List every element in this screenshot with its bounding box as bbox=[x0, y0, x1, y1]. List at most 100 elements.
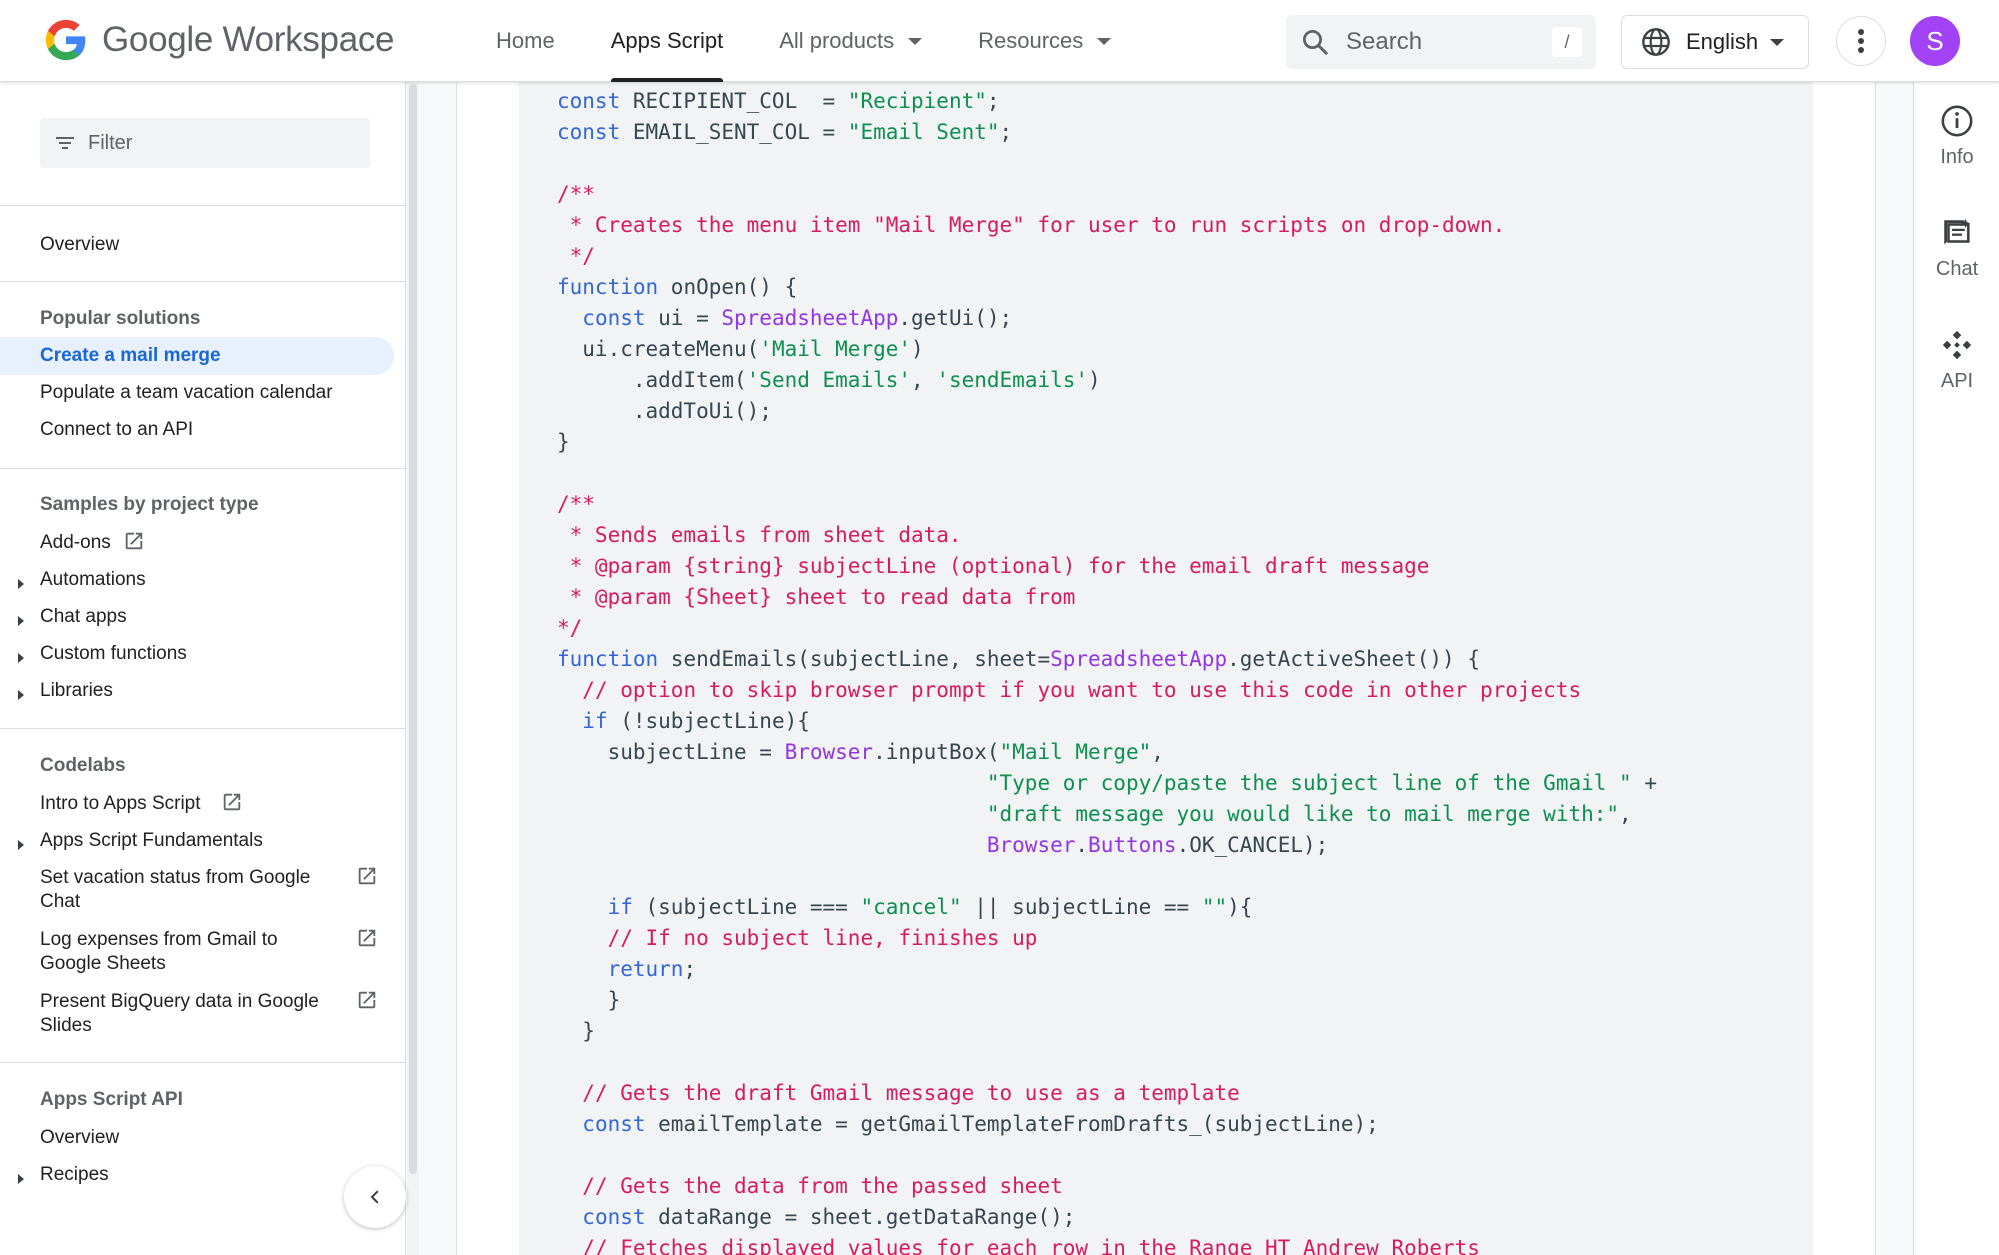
section-heading-codelabs: Codelabs bbox=[40, 755, 126, 776]
code-token: "Type or copy/paste the subject line of … bbox=[986, 771, 1632, 795]
code-token: ui = bbox=[645, 306, 722, 330]
sidebar-item-recipes[interactable]: Recipes bbox=[40, 1163, 109, 1187]
more-vert-icon bbox=[1858, 29, 1864, 53]
open-in-new-icon bbox=[358, 867, 376, 885]
expand-arrow-icon[interactable] bbox=[18, 690, 24, 700]
filter-input[interactable]: Filter bbox=[40, 118, 370, 168]
sidebar-scrollbar-thumb[interactable] bbox=[409, 84, 417, 1174]
account-avatar[interactable]: S bbox=[1910, 16, 1960, 66]
sidebar-item-chat-apps[interactable]: Chat apps bbox=[40, 605, 127, 629]
top-app-bar: Google Workspace Home Apps Script All pr… bbox=[0, 0, 1999, 82]
caret-down-icon bbox=[1097, 37, 1112, 45]
code-token: .addItem( bbox=[557, 368, 747, 392]
sidebar-item-add-ons[interactable]: Add-ons bbox=[40, 531, 111, 555]
expand-arrow-icon[interactable] bbox=[18, 579, 24, 589]
chat-label: Chat bbox=[1935, 258, 1979, 280]
nav-home[interactable]: Home bbox=[496, 0, 555, 82]
sidebar-item-intro-apps-script[interactable]: Intro to Apps Script bbox=[40, 792, 201, 816]
code-line: * Creates the menu item "Mail Merge" for… bbox=[557, 210, 1657, 241]
info-button[interactable]: Info bbox=[1914, 104, 1999, 169]
divider bbox=[0, 728, 405, 729]
code-line: } bbox=[557, 1016, 1657, 1047]
search-shortcut-key: / bbox=[1552, 27, 1582, 57]
sidebar-item-vacation-status[interactable]: Set vacation status from Google Chat bbox=[40, 866, 330, 914]
google-g-icon bbox=[45, 19, 86, 61]
code-line: * @param {string} subjectLine (optional)… bbox=[557, 551, 1657, 582]
code-token: // Gets the draft Gmail message to use a… bbox=[582, 1081, 1240, 1105]
language-label: English bbox=[1686, 29, 1759, 54]
nav-apps-script[interactable]: Apps Script bbox=[610, 0, 724, 82]
sidebar-item-api-overview[interactable]: Overview bbox=[40, 1126, 119, 1150]
code-token: const bbox=[582, 306, 646, 330]
sidebar-item-bigquery-slides[interactable]: Present BigQuery data in Google Slides bbox=[40, 990, 330, 1038]
sidebar-item-custom-functions[interactable]: Custom functions bbox=[40, 642, 187, 666]
code-token: /** bbox=[557, 492, 595, 516]
code-token: /** bbox=[557, 182, 595, 206]
expand-arrow-icon[interactable] bbox=[18, 653, 24, 663]
nav-all-products[interactable]: All products bbox=[779, 0, 923, 82]
code-line: * @param {Sheet} sheet to read data from bbox=[557, 582, 1657, 613]
chat-button[interactable]: Chat bbox=[1914, 216, 1999, 281]
expand-arrow-icon[interactable] bbox=[18, 616, 24, 626]
filter-icon bbox=[56, 137, 74, 149]
code-text: const RECIPIENT_COL = "Recipient"; const … bbox=[557, 86, 1657, 1255]
sidebar-item-connect-api[interactable]: Connect to an API bbox=[40, 418, 193, 442]
code-line: } bbox=[557, 985, 1657, 1016]
code-token: function bbox=[557, 275, 659, 299]
code-token: RECIPIENT_COL = bbox=[620, 89, 848, 113]
sidebar-item-log-expenses[interactable]: Log expenses from Gmail to Google Sheets bbox=[40, 928, 330, 976]
expand-arrow-icon[interactable] bbox=[18, 1174, 24, 1184]
info-icon bbox=[1941, 105, 1973, 137]
code-token: sendEmails(subjectLine, sheet= bbox=[658, 647, 1051, 671]
brand-product: Workspace bbox=[222, 20, 395, 59]
code-token: const bbox=[582, 1112, 646, 1136]
code-token: "Email Sent" bbox=[847, 120, 1000, 144]
nav-apps-script-label: Apps Script bbox=[610, 28, 724, 53]
sidebar-item-vacation-calendar[interactable]: Populate a team vacation calendar bbox=[40, 381, 333, 405]
code-token: Browser bbox=[784, 740, 874, 764]
caret-down-icon bbox=[908, 37, 923, 45]
nav-resources[interactable]: Resources bbox=[978, 0, 1112, 82]
sidebar-item-automations[interactable]: Automations bbox=[40, 568, 146, 592]
code-line: */ bbox=[557, 613, 1657, 644]
search-box[interactable]: Search / bbox=[1286, 15, 1596, 69]
code-token: // option to skip browser prompt if you … bbox=[582, 678, 1582, 702]
filter-placeholder: Filter bbox=[88, 131, 133, 154]
sidebar-item-label: Intro to Apps Script bbox=[40, 793, 201, 814]
code-token: EMAIL_SENT_COL = bbox=[620, 120, 848, 144]
code-line: const EMAIL_SENT_COL = "Email Sent"; bbox=[557, 117, 1657, 148]
more-options-button[interactable] bbox=[1836, 16, 1886, 66]
code-token: emailTemplate = getGmailTemplateFromDraf… bbox=[645, 1112, 1379, 1136]
code-token: Buttons bbox=[1088, 833, 1177, 857]
code-token: "Mail Merge" bbox=[999, 740, 1152, 764]
code-token: */ bbox=[557, 616, 583, 640]
google-workspace-logo[interactable]: Google Workspace bbox=[44, 14, 395, 66]
code-line: // Gets the draft Gmail message to use a… bbox=[557, 1078, 1657, 1109]
code-token: , bbox=[1619, 802, 1632, 826]
sidebar-item-overview[interactable]: Overview bbox=[40, 233, 119, 257]
sidebar-item-libraries[interactable]: Libraries bbox=[40, 679, 113, 703]
expand-arrow-icon[interactable] bbox=[18, 840, 24, 850]
code-token: function bbox=[557, 647, 659, 671]
code-token: * Sends emails from sheet data. bbox=[557, 523, 962, 547]
language-selector[interactable]: English bbox=[1621, 15, 1809, 69]
collapse-sidebar-button[interactable] bbox=[344, 1166, 406, 1228]
sidebar-item-apps-script-fundamentals[interactable]: Apps Script Fundamentals bbox=[40, 829, 263, 853]
code-token: if bbox=[607, 895, 633, 919]
divider bbox=[0, 281, 405, 282]
code-token: .OK_CANCEL); bbox=[1176, 833, 1329, 857]
divider bbox=[0, 468, 405, 469]
api-button[interactable]: API bbox=[1914, 328, 1999, 393]
code-token: ; bbox=[683, 957, 697, 981]
sidebar-item-create-mail-merge[interactable]: Create a mail merge bbox=[40, 344, 221, 368]
code-line: return; bbox=[557, 954, 1657, 985]
